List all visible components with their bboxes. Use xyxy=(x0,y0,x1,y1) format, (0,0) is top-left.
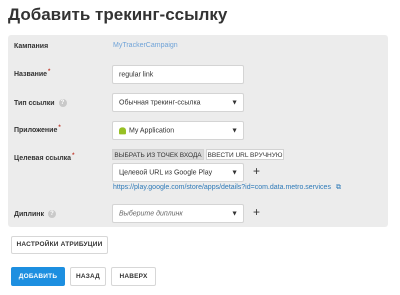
chevron-down-icon: ▼ xyxy=(231,99,238,106)
top-button[interactable]: НАВЕРХ xyxy=(111,267,156,286)
deeplink-select[interactable]: Выберите диплинк ▼ xyxy=(112,204,244,223)
tab-manual-url[interactable]: ВВЕСТИ URL ВРУЧНУЮ xyxy=(206,149,284,160)
name-input-value: regular link xyxy=(119,71,154,78)
link-type-label: Тип ссылки? xyxy=(14,99,67,107)
attribution-settings-button[interactable]: НАСТРОЙКИ АТРИБУЦИИ xyxy=(11,236,108,254)
deeplink-placeholder: Выберите диплинк xyxy=(119,210,183,217)
target-label: Целевая ссылка* xyxy=(14,153,75,162)
android-icon xyxy=(119,126,126,134)
app-label: Приложение* xyxy=(14,125,61,134)
external-link-icon[interactable]: ⧉ xyxy=(336,184,341,192)
target-url-link[interactable]: https://play.google.com/store/apps/detai… xyxy=(113,184,341,192)
help-icon[interactable]: ? xyxy=(58,99,67,107)
link-type-select[interactable]: Обычная трекинг-ссылка ▼ xyxy=(112,93,244,112)
target-url-select[interactable]: Целевой URL из Google Play ▼ xyxy=(112,163,244,182)
help-icon[interactable]: ? xyxy=(48,210,56,218)
add-deeplink-icon[interactable]: + xyxy=(253,205,260,219)
add-target-icon[interactable]: + xyxy=(253,164,260,178)
app-select[interactable]: My Application ▼ xyxy=(112,121,244,140)
link-type-value: Обычная трекинг-ссылка xyxy=(119,99,201,106)
chevron-down-icon: ▼ xyxy=(231,127,238,134)
target-url-value: Целевой URL из Google Play xyxy=(119,169,213,176)
deeplink-label: Диплинк? xyxy=(14,210,56,218)
required-marker: * xyxy=(58,125,61,131)
page-title: Добавить трекинг-ссылку xyxy=(8,5,228,24)
chevron-down-icon: ▼ xyxy=(231,169,238,176)
add-button[interactable]: ДОБАВИТЬ xyxy=(11,267,65,286)
campaign-link[interactable]: MyTrackerCampaign xyxy=(113,42,178,49)
chevron-down-icon: ▼ xyxy=(231,210,238,217)
name-input[interactable]: regular link xyxy=(112,65,244,84)
campaign-label: Кампания xyxy=(14,43,49,50)
back-button[interactable]: НАЗАД xyxy=(70,267,106,286)
name-label: Название* xyxy=(14,69,51,78)
tab-entry-points[interactable]: ВЫБРАТЬ ИЗ ТОЧЕК ВХОДА xyxy=(112,149,204,160)
app-value: My Application xyxy=(129,127,175,135)
